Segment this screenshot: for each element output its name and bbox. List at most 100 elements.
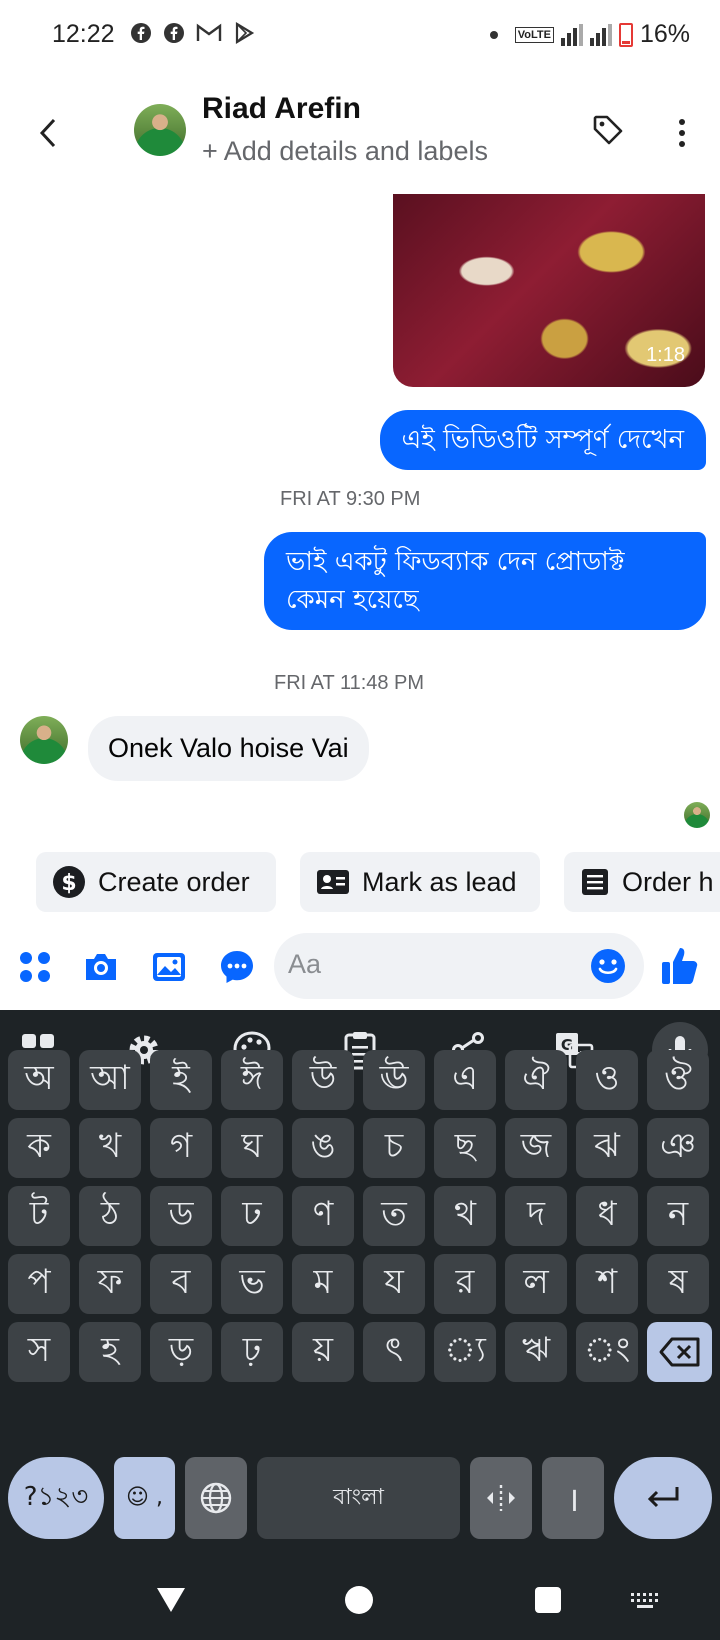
- keyboard-key[interactable]: ঝ: [576, 1118, 638, 1178]
- contact-name[interactable]: Riad Arefin: [202, 92, 361, 126]
- outgoing-message[interactable]: ভাই একটু ফিডব্যাক দেন প্রোডাক্ট কেমন হয়…: [264, 532, 706, 630]
- keyboard-key[interactable]: ঞ: [647, 1118, 709, 1178]
- svg-text:$: $: [61, 871, 76, 896]
- keyboard-key[interactable]: ঔ: [647, 1050, 709, 1110]
- keyboard-key[interactable]: ধ: [576, 1186, 638, 1246]
- keyboard-key[interactable]: ্য: [434, 1322, 496, 1382]
- status-bar: 12:22 VoLTE 16%: [0, 0, 720, 72]
- keyboard-key[interactable]: ণ: [292, 1186, 354, 1246]
- incoming-message[interactable]: Onek Valo hoise Vai: [88, 716, 369, 781]
- language-globe-key[interactable]: [185, 1457, 247, 1539]
- keyboard-key[interactable]: ব: [150, 1254, 212, 1314]
- keyboard-key[interactable]: ঠ: [79, 1186, 141, 1246]
- keyboard-key[interactable]: ক: [8, 1118, 70, 1178]
- more-options-icon[interactable]: [672, 116, 692, 150]
- contact-card-icon: [317, 870, 349, 894]
- order-history-button[interactable]: Order h: [564, 852, 720, 912]
- menu-dots-icon[interactable]: [16, 948, 54, 986]
- keyboard-key[interactable]: ই: [150, 1050, 212, 1110]
- keyboard-key[interactable]: ত: [363, 1186, 425, 1246]
- keyboard-key[interactable]: উ: [292, 1050, 354, 1110]
- video-message[interactable]: 1:18: [393, 194, 705, 387]
- keyboard-key[interactable]: থ: [434, 1186, 496, 1246]
- volte-badge: VoLTE: [514, 26, 554, 43]
- status-time: 12:22: [52, 20, 115, 48]
- home-button[interactable]: [345, 1586, 373, 1614]
- like-thumb-icon[interactable]: [660, 944, 700, 986]
- play-store-icon: [235, 22, 255, 44]
- contact-avatar[interactable]: [134, 104, 186, 156]
- keyboard-key[interactable]: ম: [292, 1254, 354, 1314]
- outgoing-message[interactable]: এই ভিডিওটি সম্পূর্ণ দেখেন: [379, 410, 706, 470]
- tag-icon[interactable]: [592, 114, 624, 146]
- keyboard-key[interactable]: ষ: [647, 1254, 709, 1314]
- battery-percent: 16%: [639, 20, 690, 48]
- backspace-key[interactable]: [647, 1322, 712, 1382]
- keyboard-key[interactable]: য: [363, 1254, 425, 1314]
- keyboard-key[interactable]: চ: [363, 1118, 425, 1178]
- keyboard-key[interactable]: ঐ: [505, 1050, 567, 1110]
- keyboard-key[interactable]: ট: [8, 1186, 70, 1246]
- camera-icon[interactable]: [82, 948, 120, 986]
- seen-indicator-avatar: [684, 802, 710, 828]
- order-list-icon: [582, 869, 608, 895]
- back-triangle-icon[interactable]: [155, 1586, 187, 1614]
- keyboard-key[interactable]: ড়: [150, 1322, 212, 1382]
- keyboard-key[interactable]: জ: [505, 1118, 567, 1178]
- keyboard-key[interactable]: প: [8, 1254, 70, 1314]
- keyboard-key[interactable]: ং: [576, 1322, 638, 1382]
- keyboard-key[interactable]: ঢ়: [221, 1322, 283, 1382]
- keyboard-key[interactable]: ন: [647, 1186, 709, 1246]
- message-input[interactable]: Aa: [274, 933, 644, 999]
- keyboard-key[interactable]: ড: [150, 1186, 212, 1246]
- add-details-link[interactable]: + Add details and labels: [202, 136, 488, 167]
- space-key[interactable]: বাংলা: [257, 1457, 460, 1539]
- keyboard-key[interactable]: ঘ: [221, 1118, 283, 1178]
- keyboard-key[interactable]: ঈ: [221, 1050, 283, 1110]
- keyboard-key[interactable]: ভ: [221, 1254, 283, 1314]
- sender-avatar[interactable]: [20, 716, 68, 764]
- keyboard-key[interactable]: খ: [79, 1118, 141, 1178]
- danda-key[interactable]: ।: [542, 1457, 604, 1539]
- keyboard-key[interactable]: স: [8, 1322, 70, 1382]
- backspace-icon: [659, 1337, 699, 1367]
- create-order-label: Create order: [98, 866, 250, 897]
- gallery-icon[interactable]: [150, 948, 188, 986]
- keyboard-key[interactable]: র: [434, 1254, 496, 1314]
- keyboard-key[interactable]: ঢ: [221, 1186, 283, 1246]
- keyboard-key[interactable]: দ: [505, 1186, 567, 1246]
- keyboard-key[interactable]: ল: [505, 1254, 567, 1314]
- gmail-icon: [196, 23, 222, 41]
- keyboard-key[interactable]: গ: [150, 1118, 212, 1178]
- facebook-icon: [131, 23, 151, 43]
- keyboard-key[interactable]: ছ: [434, 1118, 496, 1178]
- keyboard-key[interactable]: হ: [79, 1322, 141, 1382]
- enter-key[interactable]: [614, 1457, 712, 1539]
- symbols-key[interactable]: ?১২৩: [8, 1457, 104, 1539]
- emoji-icon[interactable]: [590, 948, 626, 984]
- keyboard-key[interactable]: আ: [79, 1050, 141, 1110]
- message-timestamp: FRI AT 11:48 PM: [274, 672, 425, 694]
- battery-icon: [618, 22, 633, 47]
- emoji-comma-key[interactable]: ☺ ,: [114, 1457, 175, 1539]
- back-arrow-icon[interactable]: [36, 116, 62, 150]
- cursor-move-key[interactable]: [470, 1457, 532, 1539]
- keyboard-key[interactable]: অ: [8, 1050, 70, 1110]
- keyboard-key[interactable]: ঋ: [505, 1322, 567, 1382]
- message-input-placeholder: Aa: [288, 949, 322, 979]
- keyboard-key[interactable]: শ: [576, 1254, 638, 1314]
- keyboard-key[interactable]: ৎ: [363, 1322, 425, 1382]
- recents-button[interactable]: [535, 1587, 561, 1613]
- create-order-button[interactable]: $ Create order: [36, 852, 276, 912]
- chat-bubble-icon[interactable]: [218, 948, 256, 986]
- keyboard-key[interactable]: এ: [434, 1050, 496, 1110]
- keyboard-key[interactable]: য়: [292, 1322, 354, 1382]
- keyboard-key[interactable]: ও: [576, 1050, 638, 1110]
- enter-arrow-icon: [647, 1487, 679, 1508]
- keyboard-key[interactable]: ঊ: [363, 1050, 425, 1110]
- dollar-icon: $: [53, 866, 85, 898]
- keyboard-key[interactable]: ঙ: [292, 1118, 354, 1178]
- keyboard-key[interactable]: ফ: [79, 1254, 141, 1314]
- keyboard-switch-icon[interactable]: [630, 1592, 660, 1610]
- mark-as-lead-button[interactable]: Mark as lead: [300, 852, 540, 912]
